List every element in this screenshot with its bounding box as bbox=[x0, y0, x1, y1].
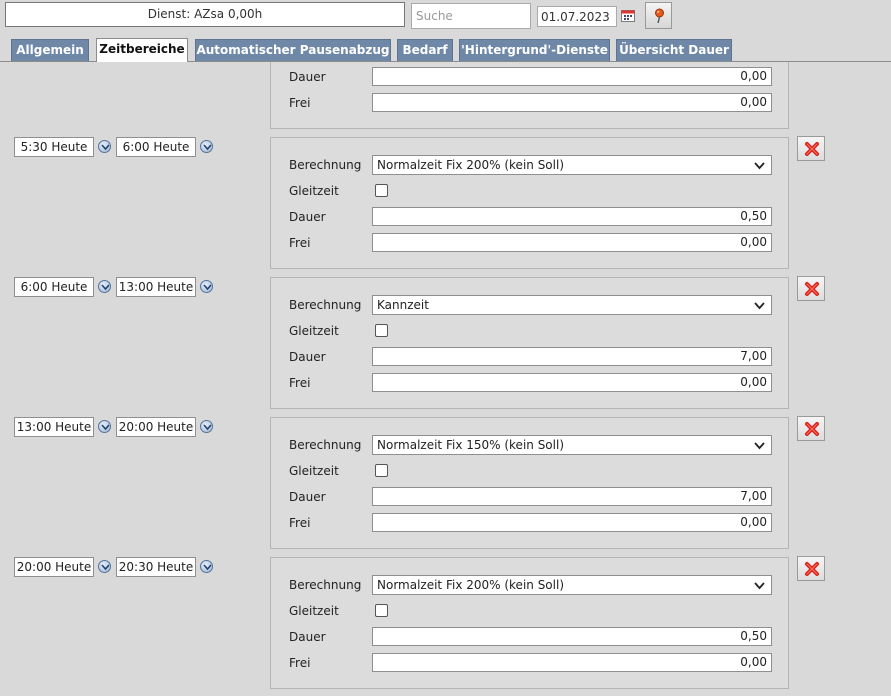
gleitzeit-checkbox[interactable] bbox=[375, 604, 388, 617]
delete-x-icon bbox=[805, 562, 819, 576]
chevron-down-icon bbox=[754, 297, 765, 315]
chevron-down-icon[interactable] bbox=[98, 560, 111, 573]
delete-x-icon bbox=[805, 142, 819, 156]
dauer-label: Dauer bbox=[289, 630, 326, 644]
chevron-down-icon[interactable] bbox=[200, 280, 213, 293]
dauer-label: Dauer bbox=[289, 490, 326, 504]
berechnung-label: Berechnung bbox=[289, 438, 362, 452]
delete-x-icon bbox=[805, 282, 819, 296]
tab-zeitbereiche[interactable]: Zeitbereiche bbox=[96, 38, 188, 62]
frei-field[interactable]: 0,00 bbox=[372, 373, 772, 392]
delete-range-button[interactable] bbox=[797, 556, 825, 581]
delete-range-button[interactable] bbox=[797, 136, 825, 161]
delete-x-icon bbox=[805, 422, 819, 436]
dienst-title: Dienst: AZsa 0,00h bbox=[5, 2, 405, 27]
range-to-time[interactable]: 20:00 Heute bbox=[116, 417, 196, 437]
dauer-label: Dauer bbox=[289, 210, 326, 224]
chevron-down-icon[interactable] bbox=[200, 420, 213, 433]
berechnung-label: Berechnung bbox=[289, 578, 362, 592]
berechnung-select[interactable]: Normalzeit Fix 200% (kein Soll) bbox=[372, 155, 772, 175]
chevron-down-icon[interactable] bbox=[98, 140, 111, 153]
berechnung-select[interactable]: Kannzeit bbox=[372, 295, 772, 315]
range-from-time[interactable]: 13:00 Heute bbox=[14, 417, 94, 437]
berechnung-value: Normalzeit Fix 200% (kein Soll) bbox=[377, 158, 565, 172]
calendar-icon[interactable] bbox=[621, 9, 635, 22]
berechnung-label: Berechnung bbox=[289, 298, 362, 312]
gleitzeit-checkbox[interactable] bbox=[375, 324, 388, 337]
berechnung-value: Kannzeit bbox=[377, 298, 429, 312]
tab-uebersicht-dauer[interactable]: Übersicht Dauer bbox=[616, 39, 732, 61]
range-from-time[interactable]: 20:00 Heute bbox=[14, 557, 94, 577]
dauer-field[interactable]: 0,50 bbox=[372, 627, 772, 646]
tab-hintergrund-dienste[interactable]: 'Hintergrund'-Dienste bbox=[459, 39, 610, 61]
range-from-time[interactable]: 5:30 Heute bbox=[14, 137, 94, 157]
gleitzeit-label: Gleitzeit bbox=[289, 324, 339, 338]
frei-field[interactable]: 0,00 bbox=[372, 653, 772, 672]
gleitzeit-checkbox[interactable] bbox=[375, 184, 388, 197]
chevron-down-icon bbox=[754, 157, 765, 175]
chevron-down-icon[interactable] bbox=[98, 280, 111, 293]
date-input[interactable] bbox=[537, 6, 617, 27]
berechnung-value: Normalzeit Fix 150% (kein Soll) bbox=[377, 438, 565, 452]
chevron-down-icon bbox=[754, 437, 765, 455]
dauer-field[interactable]: 0,00 bbox=[372, 67, 772, 86]
delete-range-button[interactable] bbox=[797, 276, 825, 301]
frei-field[interactable]: 0,00 bbox=[372, 233, 772, 252]
tab-automatischer-pausenabzug[interactable]: Automatischer Pausenabzug bbox=[195, 39, 391, 61]
gleitzeit-label: Gleitzeit bbox=[289, 604, 339, 618]
range-to-time[interactable]: 13:00 Heute bbox=[116, 277, 196, 297]
pin-button[interactable] bbox=[645, 2, 672, 29]
frei-field[interactable]: 0,00 bbox=[372, 93, 772, 112]
frei-label: Frei bbox=[289, 516, 311, 530]
dauer-field[interactable]: 0,50 bbox=[372, 207, 772, 226]
frei-label: Frei bbox=[289, 96, 311, 110]
range-from-time[interactable]: 6:00 Heute bbox=[14, 277, 94, 297]
chevron-down-icon[interactable] bbox=[200, 140, 213, 153]
dauer-field[interactable]: 7,00 bbox=[372, 347, 772, 366]
berechnung-select[interactable]: Normalzeit Fix 200% (kein Soll) bbox=[372, 575, 772, 595]
berechnung-label: Berechnung bbox=[289, 158, 362, 172]
dauer-field[interactable]: 7,00 bbox=[372, 487, 772, 506]
dauer-label: Dauer bbox=[289, 350, 326, 364]
range-to-time[interactable]: 6:00 Heute bbox=[116, 137, 196, 157]
delete-range-button[interactable] bbox=[797, 416, 825, 441]
gleitzeit-checkbox[interactable] bbox=[375, 464, 388, 477]
tab-allgemein[interactable]: Allgemein bbox=[11, 39, 89, 61]
frei-field[interactable]: 0,00 bbox=[372, 513, 772, 532]
berechnung-select[interactable]: Normalzeit Fix 150% (kein Soll) bbox=[372, 435, 772, 455]
dauer-label: Dauer bbox=[289, 70, 326, 84]
chevron-down-icon[interactable] bbox=[200, 560, 213, 573]
range-to-time[interactable]: 20:30 Heute bbox=[116, 557, 196, 577]
search-input[interactable] bbox=[411, 3, 531, 29]
gleitzeit-label: Gleitzeit bbox=[289, 184, 339, 198]
chevron-down-icon bbox=[754, 577, 765, 595]
berechnung-value: Normalzeit Fix 200% (kein Soll) bbox=[377, 578, 565, 592]
chevron-down-icon[interactable] bbox=[98, 420, 111, 433]
frei-label: Frei bbox=[289, 236, 311, 250]
pin-icon bbox=[654, 8, 665, 27]
frei-label: Frei bbox=[289, 656, 311, 670]
tab-bedarf[interactable]: Bedarf bbox=[397, 39, 453, 61]
gleitzeit-label: Gleitzeit bbox=[289, 464, 339, 478]
frei-label: Frei bbox=[289, 376, 311, 390]
